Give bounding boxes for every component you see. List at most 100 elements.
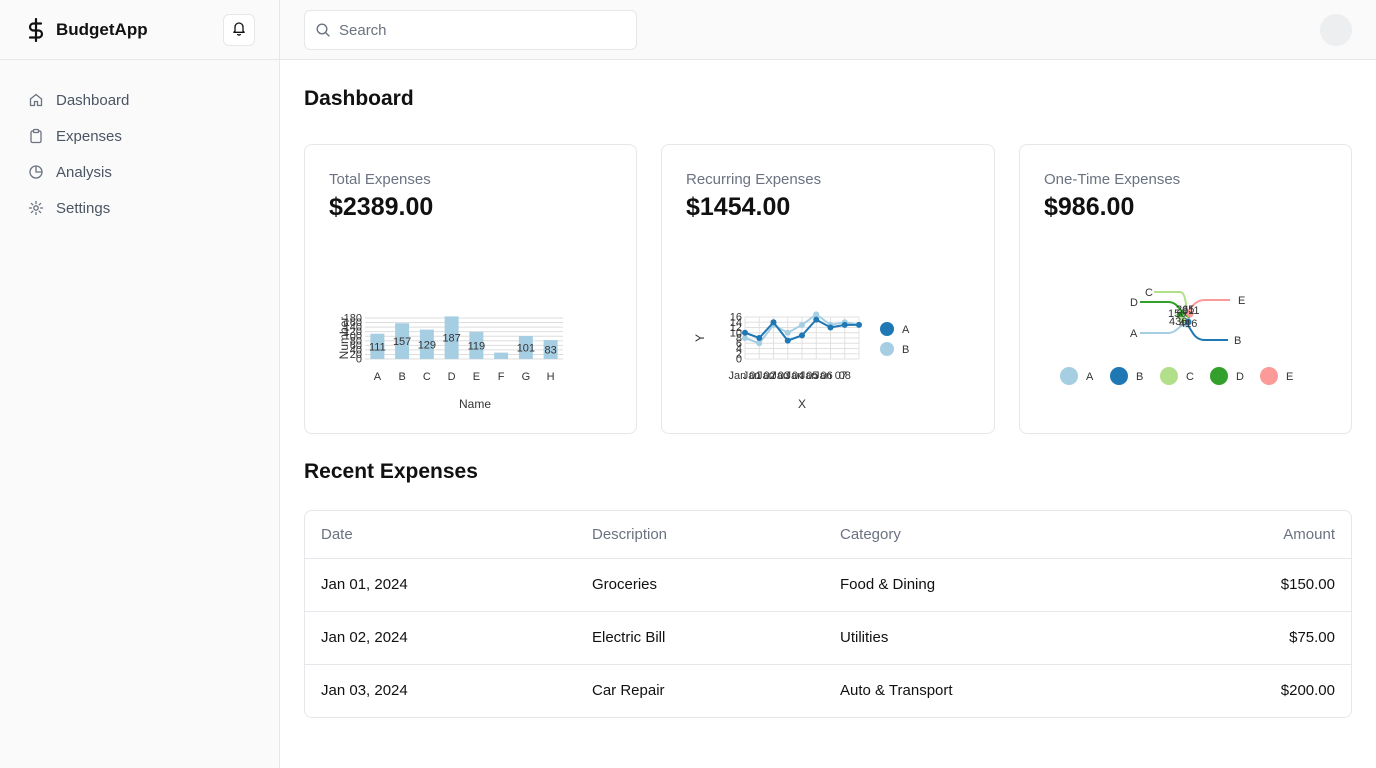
table-row[interactable]: Jan 03, 2024 Car Repair Auto & Transport… [305,664,1351,717]
home-icon [29,93,43,107]
cell-category: Auto & Transport [840,682,953,700]
sidebar-item-label: Settings [56,199,111,217]
column-header-description[interactable]: Description [576,511,824,559]
legend-label: D [1236,371,1244,383]
data-point [827,324,834,331]
cell-category: Food & Dining [824,558,1155,612]
legend-label: E [1286,371,1293,383]
x-tick-label: H [547,371,555,383]
y-tick-label: 16 [730,312,742,324]
x-tick-label: D [448,371,456,383]
search-icon [316,23,330,37]
data-point [742,335,748,341]
series-label: D [1130,297,1138,309]
cell-date: Jan 02, 2024 [305,611,576,665]
notifications-button[interactable] [223,14,255,46]
sidebar-item-expenses[interactable]: Expenses [0,118,279,154]
card-label: One-Time Expenses [1044,171,1181,188]
table-row[interactable]: Jan 02, 2024 Electric Bill Utilities $75… [305,611,1351,665]
table-row[interactable]: Jan 01, 2024 Groceries Food & Dining $15… [305,558,1351,612]
y-axis-label: Y [693,334,707,342]
card-value: $2389.00 [329,193,434,221]
sidebar-item-label: Expenses [56,127,122,145]
legend-label: B [1136,371,1143,383]
legend-label: A [902,324,910,336]
legend-marker [880,322,894,336]
x-tick-label: A [374,371,382,383]
column-header-date[interactable]: Date [305,511,576,559]
topbar [280,0,1376,60]
series-label: B [1234,335,1241,347]
data-point [856,321,862,328]
data-label: 111 [369,341,386,353]
cell-description: Car Repair [592,682,665,700]
card-total-expenses: 0 20 40 60 80 100 120 140 160 180 111 A 157 B 129 C 187 D… [304,144,637,434]
data-point [742,329,748,336]
data-label: 83 [545,345,557,357]
line-chart: 0246810121416Jan 01Jan 02Jan 03Jan 04Jan… [693,311,910,411]
bell-icon [231,20,247,41]
column-header-category[interactable]: Category [824,511,1155,559]
card-value: $986.00 [1044,193,1135,221]
card-recurring-expenses: 0 2 4 6 8 10 12 14 16 Jan 01 Jan 02 Jan 03 Jan 04 Jan… [661,144,995,434]
data-label: 101 [517,342,535,354]
legend-marker [1110,367,1128,385]
data-label: 187 [442,333,460,345]
x-tick-label: E [473,371,480,383]
data-label: 157 [393,336,411,348]
sidebar-item-settings[interactable]: Settings [0,190,279,226]
x-tick-label: G [522,371,531,383]
page-title: Dashboard [304,87,414,110]
data-point [756,335,763,341]
card-value: $1454.00 [686,193,791,221]
cell-date: Jan 01, 2024 [305,558,576,612]
sidebar-item-analysis[interactable]: Analysis [0,154,279,190]
sidebar-item-label: Analysis [56,163,112,181]
pie-chart-icon [29,165,43,179]
sidebar: BudgetApp Dashboard Expenses Analysis Se… [0,0,280,768]
cell-amount: $150.00 [1154,558,1351,612]
data-point [784,337,791,344]
clipboard-icon [30,128,42,144]
data-point [784,329,791,336]
brand: BudgetApp [0,0,279,60]
cell-category: Utilities [824,611,1155,665]
card-label: Recurring Expenses [686,171,822,188]
legend-label: A [1086,371,1094,383]
bar-chart: 020406080100120140160180111A157B129C187D… [337,313,563,411]
x-axis-label: X [798,397,806,411]
x-tick-label: C [423,371,431,383]
cell-amount: $75.00 [1154,611,1351,665]
cell-description: Groceries [576,558,824,612]
search-box[interactable] [304,10,637,50]
y-axis-label: Number [337,317,351,360]
avatar[interactable] [1320,14,1352,46]
series-label: C [1145,287,1153,299]
sidebar-item-label: Dashboard [56,91,130,109]
data-point [756,340,763,347]
app-name: BudgetApp [56,19,148,39]
x-axis-label: Name [459,397,491,411]
search-input[interactable] [339,21,619,39]
dollar-icon [24,17,48,42]
legend-marker [1210,367,1228,385]
series-label: E [1238,295,1245,307]
series-label: A [1130,328,1138,340]
data-label: 416 [1179,318,1197,330]
card-label: Total Expenses [329,171,431,188]
legend-marker [880,342,894,356]
data-point [799,321,805,328]
bar [494,352,509,359]
cell-description: Electric Bill [576,611,824,665]
sidebar-item-dashboard[interactable]: Dashboard [0,82,279,118]
column-header-amount[interactable]: Amount [1154,511,1351,559]
recent-expenses-title: Recent Expenses [304,460,478,483]
legend-label: C [1186,371,1194,383]
cell-date: Jan 03, 2024 [321,682,408,700]
cell-amount: $200.00 [1280,682,1335,700]
legend-label: B [902,344,909,356]
legend-marker [1060,367,1078,385]
data-point [770,319,777,326]
main-content: Dashboard 0 20 40 60 80 100 120 140 160 180 111 A 15… [304,60,1352,718]
table-header-row: Date Description Category Amount [305,511,1351,559]
